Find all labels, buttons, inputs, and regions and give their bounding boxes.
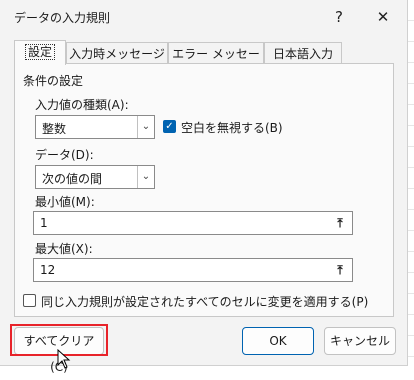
allow-label: 入力値の種類(A): xyxy=(35,98,129,112)
help-button[interactable]: ? xyxy=(322,4,356,30)
ignore-blank-checkbox[interactable]: ✓ xyxy=(163,120,176,133)
chevron-down-icon: ⌄ xyxy=(137,166,154,188)
tab-settings[interactable]: 設定 xyxy=(14,40,66,65)
data-validation-dialog: データの入力規則 ? ✕ 設定 入力時メッセージ エラー メッセージ 日本語入力… xyxy=(0,0,408,374)
mouse-cursor-icon xyxy=(57,349,71,369)
dialog-title: データの入力規則 xyxy=(14,11,111,25)
chevron-down-icon: ⌄ xyxy=(137,116,154,138)
data-select[interactable]: 次の値の間 ⌄ xyxy=(35,165,155,189)
group-title: 条件の設定 xyxy=(23,74,84,88)
cancel-button[interactable]: キャンセル xyxy=(324,327,396,355)
settings-panel: 条件の設定 入力値の種類(A): 整数 ⌄ ✓ 空白を無視する(B) データ(D… xyxy=(14,63,394,317)
max-value: 12 xyxy=(40,263,56,277)
min-label: 最小値(M): xyxy=(35,195,95,209)
apply-all-checkbox[interactable] xyxy=(23,294,36,307)
title-bar: データの入力規則 ? ✕ xyxy=(0,0,408,34)
tab-input-message[interactable]: 入力時メッセージ xyxy=(66,42,168,64)
data-label: データ(D): xyxy=(35,148,94,162)
min-value: 1 xyxy=(40,216,48,230)
min-input[interactable]: 1 ⤒ xyxy=(33,211,353,235)
collapse-range-icon[interactable]: ⤒ xyxy=(332,215,348,231)
ok-button[interactable]: OK xyxy=(242,327,314,355)
allow-value: 整数 xyxy=(42,122,67,136)
max-label: 最大値(X): xyxy=(35,242,93,256)
tab-ime[interactable]: 日本語入力 xyxy=(264,42,342,64)
ignore-blank-label: 空白を無視する(B) xyxy=(181,121,283,135)
apply-all-label: 同じ入力規則が設定されたすべてのセルに変更を適用する(P) xyxy=(41,295,369,309)
collapse-range-icon[interactable]: ⤒ xyxy=(332,262,348,278)
allow-select[interactable]: 整数 ⌄ xyxy=(35,115,155,139)
close-button[interactable]: ✕ xyxy=(366,4,400,30)
data-value: 次の値の間 xyxy=(42,172,103,186)
max-input[interactable]: 12 ⤒ xyxy=(33,258,353,282)
tab-error-message[interactable]: エラー メッセージ xyxy=(168,42,264,83)
